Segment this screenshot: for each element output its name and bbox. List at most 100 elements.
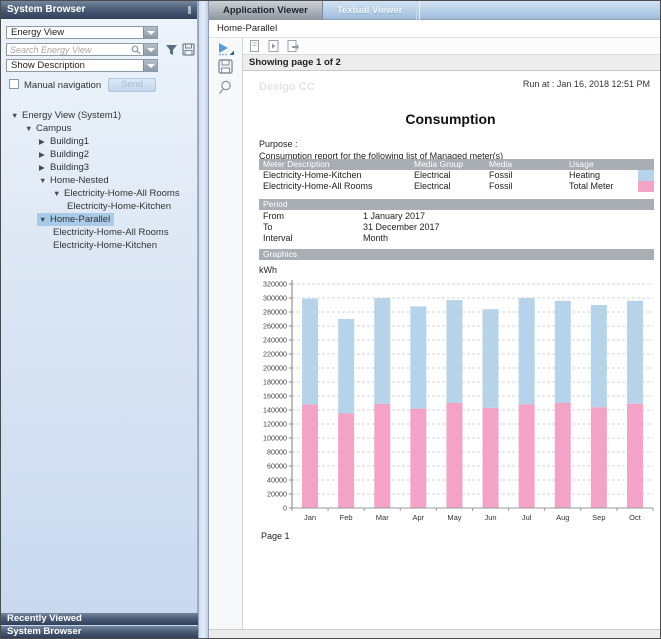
period-row: From1 January 2017 bbox=[259, 211, 654, 222]
tree-item[interactable]: ▶Building2 bbox=[1, 148, 197, 161]
tree-item-label: Energy View (System1) bbox=[22, 110, 121, 121]
svg-text:Aug: Aug bbox=[556, 513, 569, 522]
tree-item[interactable]: ▼Electricity-Home-All Rooms bbox=[1, 187, 197, 200]
page-setup-icon[interactable] bbox=[249, 40, 260, 52]
svg-text:240000: 240000 bbox=[263, 336, 287, 345]
svg-text:260000: 260000 bbox=[263, 322, 287, 331]
run-timestamp: Run at : Jan 16, 2018 12:51 PM bbox=[523, 79, 650, 89]
manual-navigation-checkbox[interactable] bbox=[9, 79, 19, 89]
table-cell: Fossil bbox=[489, 181, 513, 192]
page-status-text: Showing page 1 of 2 bbox=[249, 57, 341, 68]
search-input[interactable] bbox=[10, 44, 128, 55]
system-browser-title: System Browser bbox=[7, 4, 85, 15]
system-browser-bar[interactable]: System Browser bbox=[1, 626, 198, 638]
collapse-icon[interactable]: ▼ bbox=[11, 109, 22, 122]
system-browser-panel: System Browser Energy View Show Descript… bbox=[1, 1, 198, 638]
tab-textual-viewer[interactable]: Textual Viewer bbox=[323, 1, 418, 20]
column-header: Media bbox=[489, 159, 512, 170]
selection-label: Home-Parallel bbox=[217, 23, 277, 34]
tree-item[interactable]: ▼Home-Nested bbox=[1, 174, 197, 187]
svg-text:Jun: Jun bbox=[485, 513, 497, 522]
collapse-icon[interactable]: ▼ bbox=[25, 122, 36, 135]
chart-unit-label: kWh bbox=[259, 265, 277, 275]
search-history-chevron-icon[interactable] bbox=[143, 44, 157, 55]
svg-text:May: May bbox=[447, 513, 461, 522]
tree-item[interactable]: ▶Building1 bbox=[1, 135, 197, 148]
system-browser-header: System Browser bbox=[1, 1, 197, 19]
graphics-section-header: Graphics bbox=[259, 249, 654, 260]
display-mode-dropdown[interactable]: Show Description bbox=[6, 59, 158, 72]
viewer-panel: Application ViewerTextual Viewer Home-Pa… bbox=[209, 1, 661, 639]
svg-text:Oct: Oct bbox=[629, 513, 642, 522]
filter-icon[interactable] bbox=[165, 44, 178, 56]
svg-text:20000: 20000 bbox=[267, 490, 287, 499]
tree-item[interactable]: ▶Building3 bbox=[1, 161, 197, 174]
chevron-down-icon[interactable] bbox=[143, 60, 157, 71]
tree-item-label: Building2 bbox=[50, 149, 89, 160]
tree-item[interactable]: ▼Energy View (System1) bbox=[1, 109, 197, 122]
period-label: To bbox=[263, 222, 273, 233]
app-window: System Browser Energy View Show Descript… bbox=[0, 0, 661, 639]
zoom-icon[interactable] bbox=[218, 80, 232, 95]
svg-text:0: 0 bbox=[283, 504, 287, 513]
collapse-icon[interactable]: ▼ bbox=[39, 174, 50, 187]
table-cell: Electrical bbox=[414, 170, 451, 181]
expand-icon[interactable]: ▶ bbox=[39, 135, 50, 148]
period-value: 1 January 2017 bbox=[363, 211, 425, 222]
tree-item[interactable]: Electricity-Home-Kitchen bbox=[1, 239, 197, 252]
column-header: Media Group bbox=[414, 159, 463, 170]
tree-item[interactable]: Electricity-Home-Kitchen bbox=[1, 200, 197, 213]
collapse-icon[interactable]: ▼ bbox=[39, 213, 50, 226]
table-cell: Heating bbox=[569, 170, 600, 181]
svg-text:40000: 40000 bbox=[267, 476, 287, 485]
report-title: Consumption bbox=[243, 111, 658, 127]
table-cell: Electrical bbox=[414, 181, 451, 192]
export-page-icon[interactable] bbox=[287, 40, 300, 52]
save-report-icon[interactable] bbox=[218, 59, 233, 74]
expand-icon[interactable]: ▶ bbox=[39, 161, 50, 174]
column-header: Usage bbox=[569, 159, 594, 170]
svg-text:60000: 60000 bbox=[267, 462, 287, 471]
tree-item-label: Electricity-Home-All Rooms bbox=[64, 188, 180, 199]
run-report-icon[interactable] bbox=[217, 42, 235, 56]
period-section-header: Period bbox=[259, 199, 654, 210]
tree-item[interactable]: ▼Campus bbox=[1, 122, 197, 135]
table-row: Electricity-Home-All Rooms Electrical Foss… bbox=[259, 181, 654, 192]
view-selector-value: Energy View bbox=[7, 27, 157, 38]
horizontal-scrollbar-track[interactable] bbox=[209, 629, 661, 639]
view-selector-dropdown[interactable]: Energy View bbox=[6, 26, 158, 39]
chart-container: 0200004000060000800001000001200001400001… bbox=[255, 277, 659, 527]
tab-application-viewer[interactable]: Application Viewer bbox=[209, 1, 323, 20]
table-cell: Fossil bbox=[489, 170, 513, 181]
pager-toolbar bbox=[243, 38, 661, 55]
svg-text:140000: 140000 bbox=[263, 406, 287, 415]
send-button[interactable]: Send bbox=[108, 78, 156, 92]
svg-text:320000: 320000 bbox=[263, 280, 287, 289]
tabbar-separator bbox=[419, 1, 420, 20]
manual-navigation-label: Manual navigation bbox=[24, 80, 101, 91]
svg-text:100000: 100000 bbox=[263, 434, 287, 443]
panel-menu-icon[interactable] bbox=[188, 6, 191, 14]
svg-text:220000: 220000 bbox=[263, 350, 287, 359]
tree-item-label: Electricity-Home-All Rooms bbox=[53, 227, 169, 238]
page-status: Showing page 1 of 2 bbox=[243, 55, 661, 71]
svg-text:Feb: Feb bbox=[340, 513, 353, 522]
search-box bbox=[6, 43, 158, 56]
panel-splitter[interactable] bbox=[198, 1, 209, 639]
table-cell: Electricity-Home-All Rooms bbox=[263, 181, 373, 192]
series-color-swatch bbox=[638, 170, 654, 181]
period-value: 31 December 2017 bbox=[363, 222, 440, 233]
expand-icon[interactable]: ▶ bbox=[39, 148, 50, 161]
viewer-side-toolbar bbox=[209, 38, 243, 629]
viewer-tabbar: Application ViewerTextual Viewer bbox=[209, 1, 661, 20]
collapse-icon[interactable]: ▼ bbox=[53, 187, 64, 200]
tree-item[interactable]: Electricity-Home-All Rooms bbox=[1, 226, 197, 239]
table-row: Electricity-Home-KitchenElectricalFossil… bbox=[259, 170, 654, 181]
save-filter-icon[interactable] bbox=[182, 43, 195, 56]
consumption-chart: 0200004000060000800001000001200001400001… bbox=[255, 277, 659, 527]
tree-item[interactable]: ▼Home-Parallel bbox=[1, 213, 197, 226]
next-page-icon[interactable] bbox=[268, 40, 279, 52]
svg-text:200000: 200000 bbox=[263, 364, 287, 373]
chevron-down-icon[interactable] bbox=[143, 27, 157, 38]
recently-viewed-bar[interactable]: Recently Viewed bbox=[1, 613, 198, 625]
